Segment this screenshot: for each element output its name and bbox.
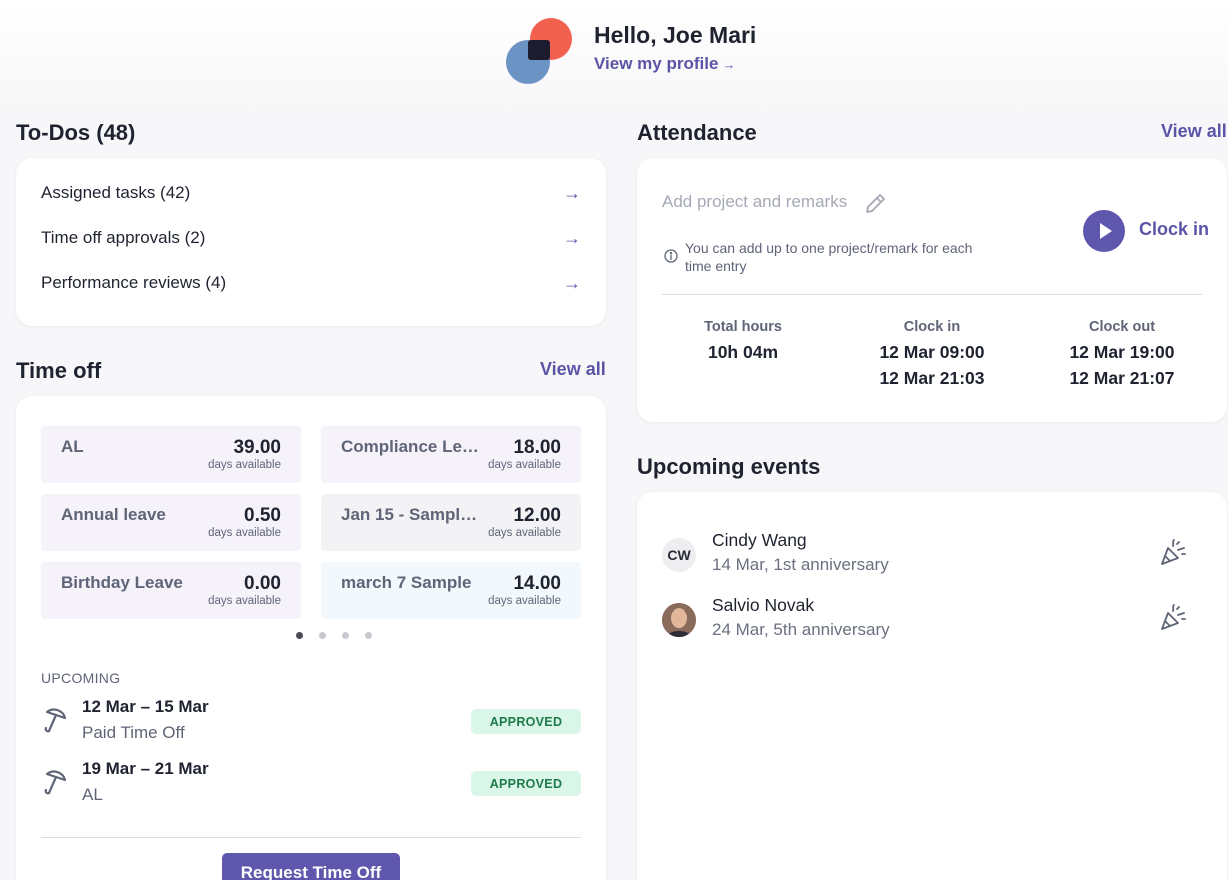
todo-label: Time off approvals (2): [41, 228, 206, 247]
todo-item-time-off-approvals[interactable]: Time off approvals (2) →: [41, 223, 581, 253]
pagination-dot[interactable]: [319, 632, 326, 639]
leave-balance-caption: days available: [488, 459, 561, 471]
section-divider: [41, 837, 581, 838]
leave-type-name: march 7 Sample: [341, 573, 472, 592]
leave-type-name: Birthday Leave: [61, 573, 183, 592]
event-item[interactable]: CW Cindy Wang 14 Mar, 1st anniversary: [662, 530, 1202, 582]
attendance-card: Add project and remarks You can add up t…: [637, 158, 1227, 422]
events-card: CW Cindy Wang 14 Mar, 1st anniversary Sa…: [637, 492, 1227, 880]
todos-title: To-Dos (48): [16, 120, 136, 145]
avatar: CW: [662, 538, 696, 572]
leave-balance-value: 18.00: [513, 437, 561, 458]
view-profile-link[interactable]: View my profile →: [594, 54, 735, 74]
clock-in-time: 12 Mar 21:03: [879, 368, 985, 388]
event-description: 14 Mar, 1st anniversary: [712, 555, 889, 574]
top-header: Hello, Joe Mari View my profile →: [0, 0, 1228, 110]
time-off-title: Time off: [16, 358, 102, 383]
company-logo-icon: [506, 18, 572, 84]
arrow-right-icon: →: [722, 57, 736, 72]
todos-card: Assigned tasks (42) → Time off approvals…: [16, 158, 606, 326]
info-icon: [664, 249, 678, 263]
leave-balance-tile[interactable]: Annual leave 0.50 days available: [41, 494, 301, 551]
upcoming-label: UPCOMING: [41, 670, 121, 686]
leave-type-name: Annual leave: [61, 505, 166, 524]
event-person-name: Salvio Novak: [712, 595, 815, 615]
project-remarks-input[interactable]: Add project and remarks: [662, 192, 847, 212]
leave-type-name: Compliance Leave: [341, 437, 481, 456]
column-header: Clock in: [903, 319, 961, 335]
arrow-right-icon: →: [563, 227, 581, 248]
pagination-dot[interactable]: [296, 632, 303, 639]
todo-item-assigned-tasks[interactable]: Assigned tasks (42) →: [41, 178, 581, 208]
leave-balance-caption: days available: [208, 527, 281, 539]
attendance-title: Attendance: [637, 120, 757, 145]
event-person-name: Cindy Wang: [712, 530, 807, 550]
clock-in-play-button[interactable]: [1083, 210, 1125, 252]
request-time-off-button[interactable]: Request Time Off: [222, 853, 400, 880]
upcoming-time-off-item[interactable]: 19 Mar – 21 Mar AL APPROVED: [41, 759, 581, 815]
todo-label: Assigned tasks (42): [41, 183, 191, 202]
leave-balance-value: 39.00: [233, 437, 281, 458]
party-popper-icon[interactable]: [1158, 538, 1188, 568]
clock-out-column: Clock out 12 Mar 19:00 12 Mar 21:07: [1032, 319, 1212, 391]
status-badge: APPROVED: [471, 771, 581, 796]
column-header: Clock out: [1088, 319, 1156, 335]
pagination-dot[interactable]: [342, 632, 349, 639]
column-header: Total hours: [704, 319, 782, 335]
umbrella-icon: [44, 708, 67, 733]
greeting-text: Hello, Joe Mari: [594, 22, 757, 48]
todo-item-performance-reviews[interactable]: Performance reviews (4) →: [41, 268, 581, 298]
time-off-type: AL: [82, 785, 103, 804]
leave-balance-tile[interactable]: Compliance Leave 18.00 days available: [321, 426, 581, 483]
leave-balance-caption: days available: [208, 459, 281, 471]
clock-in-column: Clock in 12 Mar 09:00 12 Mar 21:03: [842, 319, 1022, 391]
carousel-pagination: [296, 632, 372, 639]
total-hours-value: 10h 04m: [707, 342, 779, 362]
arrow-right-icon: →: [563, 272, 581, 293]
events-title: Upcoming events: [637, 454, 821, 479]
status-badge: APPROVED: [471, 709, 581, 734]
time-off-type: Paid Time Off: [82, 723, 185, 742]
leave-balance-caption: days available: [488, 527, 561, 539]
event-description: 24 Mar, 5th anniversary: [712, 620, 890, 639]
time-off-view-all-link[interactable]: View all: [540, 359, 606, 380]
leave-balance-value: 14.00: [513, 573, 561, 594]
clock-in-label[interactable]: Clock in: [1139, 219, 1209, 240]
event-item[interactable]: Salvio Novak 24 Mar, 5th anniversary: [662, 595, 1202, 647]
attendance-view-all-link[interactable]: View all: [1161, 121, 1227, 142]
party-popper-icon[interactable]: [1158, 603, 1188, 633]
leave-balance-tile[interactable]: AL 39.00 days available: [41, 426, 301, 483]
clock-out-time: 12 Mar 21:07: [1069, 368, 1175, 388]
leave-balance-value: 12.00: [513, 505, 561, 526]
view-profile-label: View my profile: [594, 54, 719, 73]
total-hours-column: Total hours 10h 04m: [653, 319, 833, 365]
leave-balance-value: 0.00: [244, 573, 281, 594]
umbrella-icon: [44, 770, 67, 795]
todo-label: Performance reviews (4): [41, 273, 227, 292]
clock-in-time: 12 Mar 09:00: [879, 342, 985, 362]
time-off-dates: 12 Mar – 15 Mar: [82, 697, 209, 716]
time-off-dates: 19 Mar – 21 Mar: [82, 759, 209, 778]
upcoming-time-off-item[interactable]: 12 Mar – 15 Mar Paid Time Off APPROVED: [41, 697, 581, 753]
pagination-dot[interactable]: [365, 632, 372, 639]
time-off-card: AL 39.00 days available Compliance Leave…: [16, 396, 606, 880]
attendance-note: You can add up to one project/remark for…: [685, 240, 973, 274]
leave-balance-value: 0.50: [244, 505, 281, 526]
pencil-icon[interactable]: [863, 192, 887, 216]
leave-balance-tile[interactable]: Birthday Leave 0.00 days available: [41, 562, 301, 619]
person-photo-icon: [662, 603, 696, 637]
leave-balance-tile[interactable]: march 7 Sample 14.00 days available: [321, 562, 581, 619]
attendance-divider: [662, 294, 1202, 295]
leave-balance-caption: days available: [208, 595, 281, 607]
leave-type-name: AL: [61, 437, 84, 456]
leave-type-name: Jan 15 - Sample ...: [341, 505, 481, 524]
avatar: [662, 603, 696, 637]
leave-balance-caption: days available: [488, 595, 561, 607]
leave-balance-tile[interactable]: Jan 15 - Sample ... 12.00 days available: [321, 494, 581, 551]
clock-out-time: 12 Mar 19:00: [1069, 342, 1175, 362]
arrow-right-icon: →: [563, 182, 581, 203]
